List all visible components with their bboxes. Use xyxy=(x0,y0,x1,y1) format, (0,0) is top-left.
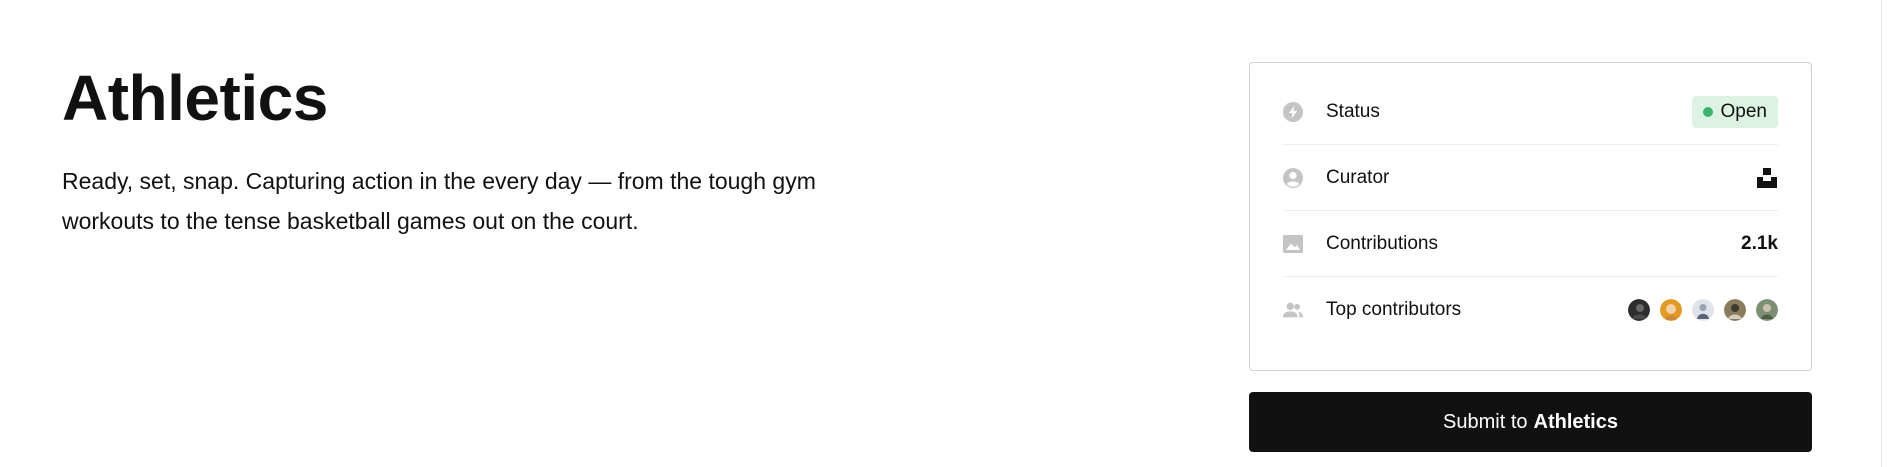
page-title: Athletics xyxy=(62,62,328,134)
topic-description: Ready, set, snap. Capturing action in th… xyxy=(62,168,816,234)
top-contributors-label: Top contributors xyxy=(1326,299,1462,320)
scrollbar[interactable] xyxy=(1881,0,1895,467)
topic-header: Athletics Ready, set, snap. Capturing ac… xyxy=(62,58,902,241)
contributions-count: 2.1k xyxy=(1741,232,1778,254)
status-row: Status Open xyxy=(1282,79,1778,145)
avatar[interactable] xyxy=(1628,299,1650,321)
top-contributors-row: Top contributors xyxy=(1282,277,1778,343)
curator-label: Curator xyxy=(1326,166,1390,188)
submit-prefix: Submit to xyxy=(1443,410,1528,433)
top-contributors-avatars xyxy=(1628,299,1778,321)
contributions-row: Contributions 2.1k xyxy=(1282,211,1778,277)
unsplash-logo[interactable] xyxy=(1756,167,1778,189)
lightning-icon xyxy=(1282,101,1304,123)
curator-row: Curator xyxy=(1282,145,1778,211)
topic-details-card: Status Open Curator Contributions 2.1k T… xyxy=(1249,62,1812,371)
status-label: Status xyxy=(1326,100,1380,122)
users-icon xyxy=(1282,299,1304,321)
status-badge: Open xyxy=(1691,95,1778,128)
topic-page: Athletics Ready, set, snap. Capturing ac… xyxy=(0,0,1895,467)
user-circle-icon xyxy=(1282,167,1304,189)
avatar[interactable] xyxy=(1692,299,1714,321)
avatar[interactable] xyxy=(1724,299,1746,321)
status-dot xyxy=(1702,106,1713,117)
submit-topic-name: Athletics xyxy=(1533,410,1618,433)
status-value: Open xyxy=(1720,100,1767,122)
contributions-label: Contributions xyxy=(1326,232,1438,254)
avatar[interactable] xyxy=(1660,299,1682,321)
image-icon xyxy=(1282,233,1304,255)
avatar[interactable] xyxy=(1756,299,1778,321)
submit-button[interactable]: Submit to Athletics xyxy=(1249,392,1812,452)
